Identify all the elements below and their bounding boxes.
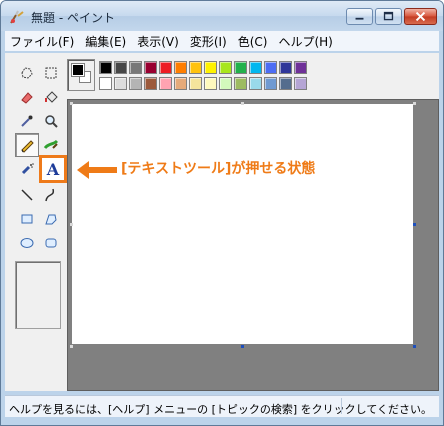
color-swatch[interactable] [294, 77, 307, 90]
menu-help[interactable]: ヘルプ(H) [273, 33, 338, 50]
fill-bucket-icon [45, 91, 58, 103]
tool-box: A [9, 59, 67, 389]
magnifier-tool[interactable] [39, 109, 63, 133]
color-box [67, 59, 427, 93]
canvas-handle-bl [70, 345, 73, 348]
title-bar[interactable]: 無題 - ペイント [1, 1, 443, 31]
menu-file[interactable]: ファイル(F) [5, 33, 80, 50]
color-swatch[interactable] [174, 77, 187, 90]
current-colors[interactable] [67, 59, 95, 91]
status-text: ヘルプを見るには、[ヘルプ] メニューの [トピックの検索] をクリックしてくだ… [9, 403, 432, 416]
rectangle-icon [21, 214, 33, 224]
color-swatch[interactable] [189, 61, 202, 74]
brush-icon [43, 139, 59, 150]
menu-edit[interactable]: 編集(E) [80, 33, 132, 50]
select-icon [45, 67, 57, 79]
color-swatch[interactable] [204, 61, 217, 74]
close-button[interactable] [404, 8, 437, 25]
curve-tool[interactable] [39, 183, 63, 207]
text-tool[interactable]: A [39, 155, 67, 183]
eraser-tool[interactable] [15, 85, 39, 109]
color-swatch[interactable] [294, 61, 307, 74]
drawing-canvas[interactable] [72, 104, 413, 344]
color-swatch[interactable] [129, 77, 142, 90]
color-swatch[interactable] [114, 61, 127, 74]
client-area: A [5, 53, 439, 391]
fill-tool[interactable] [39, 85, 63, 109]
canvas-resize-handle-bottom[interactable] [241, 345, 244, 348]
airbrush-tool[interactable] [15, 157, 39, 181]
line-tool[interactable] [15, 183, 39, 207]
color-swatch[interactable] [129, 61, 142, 74]
tool-options-box[interactable] [15, 261, 61, 329]
paint-app-icon [10, 10, 24, 24]
ellipse-tool[interactable] [15, 231, 39, 255]
color-swatch[interactable] [114, 77, 127, 90]
rectangle-tool[interactable] [15, 207, 39, 231]
color-swatch[interactable] [159, 61, 172, 74]
maximize-icon [383, 11, 394, 21]
color-swatch[interactable] [249, 61, 262, 74]
menu-view[interactable]: 表示(V) [132, 33, 185, 50]
line-icon [21, 189, 33, 201]
canvas-scroll-area [67, 99, 439, 391]
canvas-handle-ml [70, 223, 73, 226]
canvas-resize-handle-corner[interactable] [413, 345, 416, 348]
color-swatch[interactable] [219, 61, 232, 74]
close-icon [415, 11, 426, 22]
canvas-handle-tc [241, 102, 244, 105]
menu-bar: ファイル(F) 編集(E) 表示(V) 変形(I) 色(C) ヘルプ(H) [5, 31, 439, 51]
select-tool[interactable] [39, 61, 63, 85]
annotation-text: [テキストツール]が押せる状態 [121, 161, 316, 177]
airbrush-icon [21, 163, 34, 175]
polygon-icon [45, 214, 57, 225]
annotation-callout: [テキストツール]が押せる状態 [77, 158, 377, 182]
color-swatch[interactable] [144, 77, 157, 90]
picker-tool[interactable] [15, 109, 39, 133]
color-swatch[interactable] [144, 61, 157, 74]
maximize-button[interactable] [375, 8, 402, 25]
color-swatch[interactable] [99, 61, 112, 74]
window-title: 無題 - ペイント [31, 11, 115, 25]
curve-icon [45, 188, 55, 202]
menu-colors[interactable]: 色(C) [233, 33, 274, 50]
color-swatch[interactable] [249, 77, 262, 90]
canvas-resize-handle-right[interactable] [413, 223, 416, 226]
canvas-handle-tl [70, 102, 73, 105]
color-swatch[interactable] [264, 77, 277, 90]
ellipse-icon [20, 238, 34, 248]
pencil-tool[interactable] [15, 133, 39, 157]
menu-image[interactable]: 変形(I) [185, 33, 233, 50]
polygon-tool[interactable] [39, 207, 63, 231]
color-swatch[interactable] [219, 77, 232, 90]
color-swatch[interactable] [234, 77, 247, 90]
magnifier-icon [45, 115, 58, 128]
color-swatch[interactable] [204, 77, 217, 90]
foreground-color [71, 63, 85, 77]
status-bar: ヘルプを見るには、[ヘルプ] メニューの [トピックの検索] をクリックしてくだ… [5, 395, 439, 417]
minimize-button[interactable] [346, 8, 373, 25]
left-arrow-icon [77, 161, 117, 179]
color-swatch[interactable] [99, 77, 112, 90]
free-select-tool[interactable] [15, 61, 39, 85]
color-swatch[interactable] [279, 61, 292, 74]
color-swatch[interactable] [279, 77, 292, 90]
color-swatch[interactable] [174, 61, 187, 74]
canvas-handle-tr [413, 102, 416, 105]
color-swatch[interactable] [234, 61, 247, 74]
rounded-rectangle-icon [45, 238, 57, 248]
eraser-icon [21, 92, 33, 104]
brush-tool[interactable] [39, 133, 63, 157]
free-form-select-icon [21, 67, 33, 79]
color-swatch[interactable] [189, 77, 202, 90]
eyedropper-icon [21, 115, 33, 127]
minimize-icon [355, 17, 364, 20]
text-tool-icon: A [46, 159, 60, 179]
paint-window: 無題 - ペイント ファイル(F) 編集(E) 表示(V) 変形(I) 色(C)… [0, 0, 444, 426]
rounded-rectangle-tool[interactable] [39, 231, 63, 255]
pencil-icon [21, 140, 34, 153]
status-separator [341, 398, 342, 414]
color-swatch[interactable] [264, 61, 277, 74]
color-swatch[interactable] [159, 77, 172, 90]
